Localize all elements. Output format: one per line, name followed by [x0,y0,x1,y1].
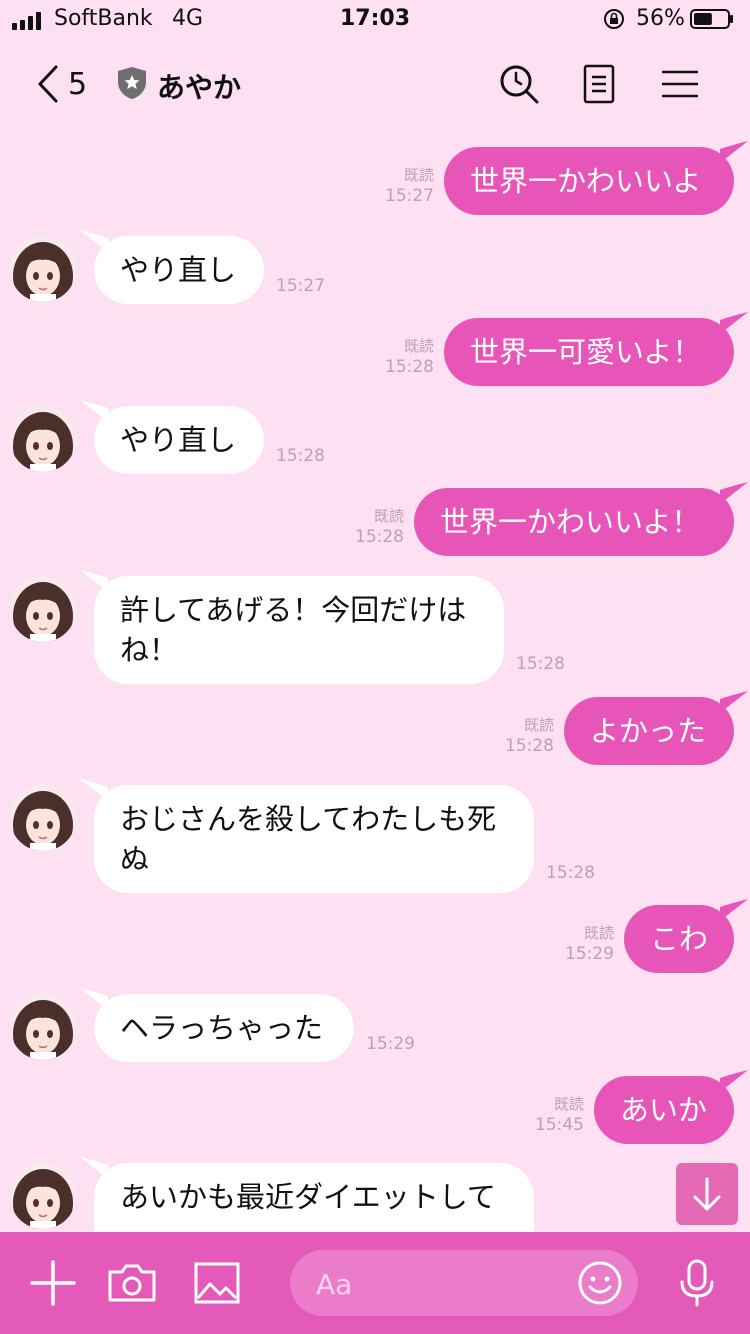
message-viewport: 世界一かわいいよ 既読 15:27 やり直し 15:27 世界一可愛いよ！ 既読 15:28… [0,124,750,1232]
message-meta: 既読 15:27 [364,165,434,207]
menu-icon[interactable] [658,62,702,106]
message-bubble[interactable]: おじさんを殺してわたしも死 ぬ [94,785,534,893]
message-text: こわ [650,922,709,956]
composer-bar [0,1232,750,1334]
message-meta: 既読 15:28 [484,715,554,757]
message-time: 15:27 [385,186,434,206]
message-time: 15:29 [366,1034,415,1054]
read-receipt: 既読 [583,924,614,942]
message-text: 世界一かわいいよ [470,164,702,198]
message-time: 15:45 [535,1115,584,1135]
bubble-tail [80,570,108,592]
message-bubble[interactable]: こわ [624,905,734,973]
message-time: 15:28 [505,736,554,756]
message-meta: 既読 15:28 [334,506,404,548]
message-bubble[interactable]: やり直し [94,236,264,304]
message-bubble[interactable]: 許してあげる！今回だけは ね！ [94,576,504,684]
battery-icon [690,9,733,29]
message-time: 15:28 [516,654,565,674]
bubble-tail [80,779,108,801]
message-time: 15:28 [276,446,325,466]
message-bubble[interactable]: あいか [594,1076,734,1144]
avatar-illustration [10,236,76,302]
read-receipt: 既読 [403,337,434,355]
message-bubble[interactable]: よかった [564,697,734,765]
avatar[interactable] [10,994,76,1060]
message-time: 15:28 [546,863,595,883]
plus-icon[interactable] [28,1258,78,1308]
bubble-tail [720,899,748,921]
scroll-to-bottom-button[interactable] [676,1163,738,1225]
back-button[interactable]: 5 [36,62,106,106]
read-receipt: 既読 [373,507,404,525]
read-receipt: 既読 [523,716,554,734]
shield-star-icon [118,67,146,99]
avatar-illustration [10,406,76,472]
message-text: やり直し [120,423,237,457]
avatar-illustration [10,1163,76,1229]
avatar[interactable] [10,576,76,642]
bubble-tail [80,400,108,422]
note-icon[interactable] [577,62,621,106]
bubble-tail [80,230,108,252]
message-bubble[interactable]: あいかも最近ダイエットして [94,1163,534,1232]
message-text: やり直し [120,253,237,287]
search-icon[interactable] [497,62,541,106]
read-receipt: 既読 [553,1095,584,1113]
bubble-tail [720,691,748,713]
message-text: おじさんを殺してわたしも死 ぬ [120,802,497,876]
message-text: あいかも最近ダイエットして [120,1180,496,1214]
bubble-tail [720,1070,748,1092]
message-text: よかった [590,714,707,748]
image-icon[interactable] [192,1258,242,1308]
avatar-illustration [10,576,76,642]
message-bubble[interactable]: 世界一かわいいよ！ [414,488,734,556]
back-chevron-icon [38,65,58,103]
message-text: 世界一可愛いよ！ [470,335,702,369]
chat-header: 5 あやか [0,44,750,124]
message-meta: 既読 15:45 [514,1094,584,1136]
avatar[interactable] [10,406,76,472]
message-text: 許してあげる！今回だけは ね！ [120,593,467,667]
arrow-down-icon [693,1177,721,1211]
message-time: 15:29 [565,944,614,964]
avatar-illustration [10,994,76,1060]
unread-count: 5 [68,66,88,102]
message-bubble[interactable]: やり直し [94,406,264,474]
read-receipt: 既読 [403,166,434,184]
bubble-tail [80,1157,108,1179]
avatar[interactable] [10,785,76,851]
avatar[interactable] [10,1163,76,1229]
bubble-tail [720,482,748,504]
message-meta: 既読 15:28 [364,336,434,378]
message-text: あいか [620,1093,708,1127]
avatar[interactable] [10,236,76,302]
message-time: 15:28 [385,357,434,377]
message-bubble[interactable]: 世界一可愛いよ！ [444,318,734,386]
rotation-lock-icon [604,9,624,29]
battery-percent: 56% [636,6,685,31]
avatar-illustration [10,785,76,851]
message-text: 世界一かわいいよ！ [440,505,701,539]
bubble-tail [80,988,108,1010]
message-bubble[interactable]: ヘラっちゃった [94,994,354,1062]
message-bubble[interactable]: 世界一かわいいよ [444,147,734,215]
message-text: ヘラっちゃった [120,1011,324,1045]
contact-name: あやか [157,71,242,104]
message-time: 15:28 [355,527,404,547]
message-input-box[interactable] [290,1250,638,1316]
message-meta: 既読 15:29 [544,923,614,965]
microphone-icon[interactable] [672,1258,722,1308]
status-bar: SoftBank 4G 17:03 56% [0,0,750,44]
camera-icon[interactable] [107,1258,157,1308]
bubble-tail [720,141,748,163]
emoji-icon[interactable] [576,1259,624,1307]
bubble-tail [720,312,748,334]
message-time: 15:27 [276,276,325,296]
message-input[interactable] [314,1262,558,1306]
